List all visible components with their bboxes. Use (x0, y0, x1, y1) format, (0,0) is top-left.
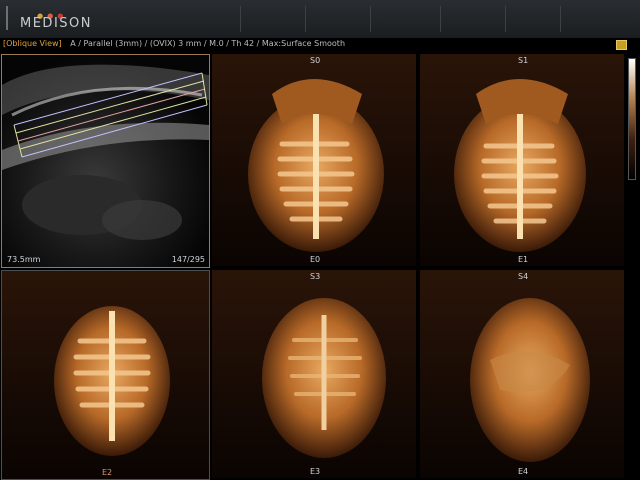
render-view-3[interactable]: S3 E3 (212, 270, 416, 478)
end-marker: E2 (102, 468, 113, 477)
start-marker: S4 (518, 272, 529, 281)
depth-readout: 73.5mm (7, 255, 41, 264)
end-marker: E4 (518, 467, 529, 476)
end-marker: E3 (310, 467, 321, 476)
brand-name: MEDISON (20, 16, 92, 31)
toolbar-divider (305, 6, 306, 32)
render-view-2[interactable]: E2 (1, 270, 210, 480)
top-toolbar: ●●● MEDISON (0, 0, 640, 39)
view-status-line: [Oblique View] A / Parallel (3mm) / (OVI… (0, 38, 640, 52)
settings-icon[interactable] (616, 40, 627, 50)
toolbar-divider (240, 6, 241, 32)
reference-2d-view[interactable]: 73.5mm 147/295 (1, 54, 210, 268)
toolbar-divider (505, 6, 506, 32)
view-mode-label[interactable]: [Oblique View] (3, 39, 62, 48)
render-view-1[interactable]: S1 E1 (420, 54, 624, 266)
start-marker: S0 (310, 56, 321, 65)
render-view-4[interactable]: S4 E4 (420, 270, 624, 478)
end-marker: E1 (518, 255, 529, 264)
toolbar-divider (560, 6, 561, 32)
slice-counter: 147/295 (171, 255, 205, 264)
view-params: A / Parallel (3mm) / (OVIX) 3 mm / M.0 /… (70, 39, 346, 48)
start-marker: S1 (518, 56, 529, 65)
logo-bar-icon (6, 6, 8, 30)
render-view-0[interactable]: S0 E0 (212, 54, 416, 266)
end-marker: E0 (310, 255, 321, 264)
toolbar-divider (370, 6, 371, 32)
medison-logo: ●●● MEDISON (6, 4, 96, 34)
toolbar-divider (440, 6, 441, 32)
grayscale-bar-icon (628, 58, 636, 180)
start-marker: S3 (310, 272, 321, 281)
